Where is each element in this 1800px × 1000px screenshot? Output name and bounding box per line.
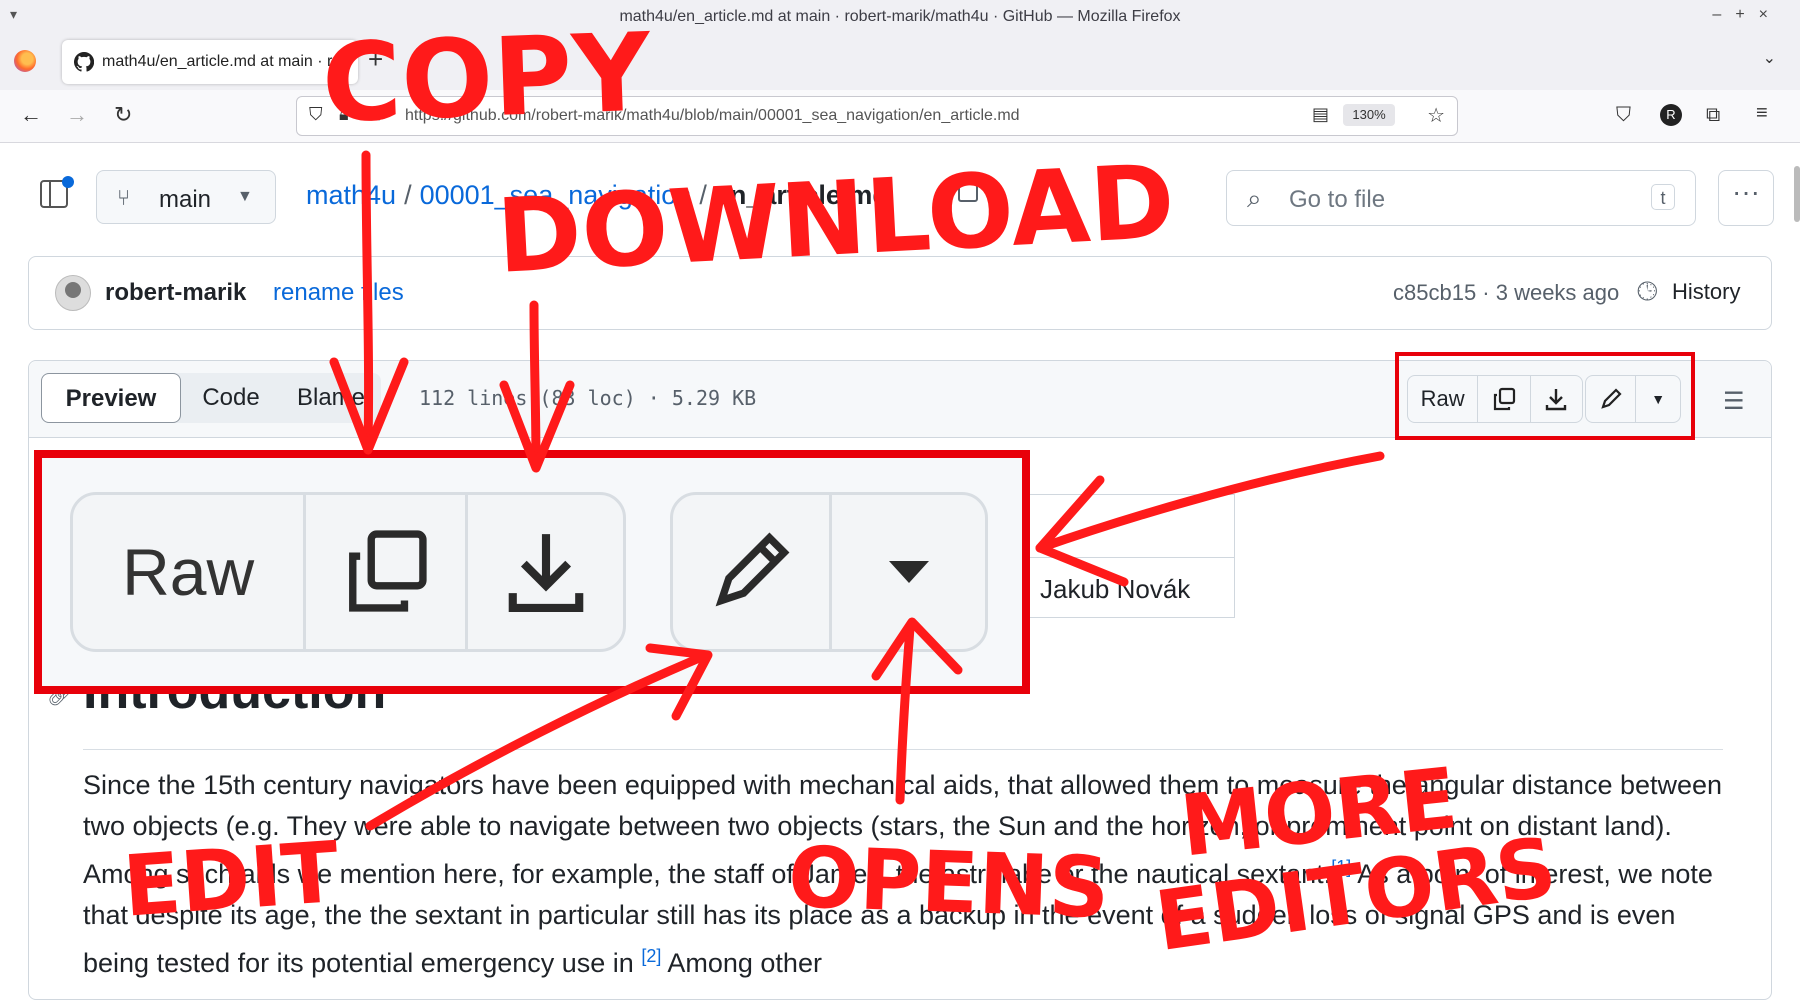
zoom-level[interactable]: 130%	[1343, 104, 1395, 126]
tab-bar: math4u/en_article.md at main · robert-ma…	[0, 34, 1800, 90]
zoom-download-icon	[468, 495, 623, 649]
avatar[interactable]	[55, 275, 91, 311]
navigation-bar: ← → ↻ ⛉ 🔒︎ ⚙ https://github.com/robert-m…	[0, 90, 1800, 143]
highlight-box-small	[1395, 352, 1695, 440]
author-table: Jakub Novák	[1029, 494, 1235, 618]
account-avatar-icon[interactable]: R	[1660, 104, 1682, 126]
minimize-button[interactable]: –	[1712, 6, 1735, 23]
list-tabs-icon[interactable]: ⌄	[1763, 48, 1776, 68]
zoom-raw-copy-download-group: Raw	[70, 492, 626, 652]
pocket-icon[interactable]: ⛉	[1616, 104, 1631, 127]
shield-icon[interactable]: ⛉	[309, 104, 323, 125]
tab-title: math4u/en_article.md at main · robert-ma…	[102, 53, 334, 70]
commit-author[interactable]: robert-marik	[105, 279, 246, 307]
bookmark-star-icon[interactable]: ☆	[1427, 103, 1445, 128]
tab-preview[interactable]: Preview	[41, 373, 181, 423]
annotation-edit: EDIT	[120, 822, 342, 936]
commit-sha-age[interactable]: c85cb15 · 3 weeks ago	[1393, 280, 1619, 306]
history-button[interactable]: History	[1672, 279, 1740, 305]
view-mode-segmented-control: Preview Code Blame	[41, 373, 381, 423]
window-controls: –+×	[1712, 6, 1782, 24]
zoom-caret-icon	[832, 495, 985, 649]
annotation-copy: COPY	[320, 10, 653, 147]
close-window-button[interactable]: ×	[1759, 6, 1782, 23]
search-icon: ⌕	[1247, 183, 1262, 213]
go-to-file-input[interactable]: ⌕ Go to file t	[1226, 170, 1696, 226]
reload-icon[interactable]: ↻	[114, 102, 132, 128]
scrollbar[interactable]	[1794, 166, 1800, 222]
back-icon[interactable]: ←	[20, 102, 42, 128]
zoom-edit-group	[670, 492, 988, 652]
branch-name: main	[159, 186, 212, 213]
zoom-copy-icon	[306, 495, 469, 649]
notification-dot	[62, 176, 74, 188]
github-icon	[74, 52, 94, 72]
footnote-link-2[interactable]: [2]	[641, 946, 661, 966]
zoom-pencil-icon	[673, 495, 833, 649]
git-branch-icon: ⑂	[117, 185, 131, 210]
firefox-icon[interactable]	[14, 50, 36, 72]
outline-list-icon[interactable]: ☰	[1723, 387, 1745, 416]
forward-icon[interactable]: →	[66, 102, 88, 128]
branch-selector[interactable]: ⑂ main ▼	[96, 170, 276, 224]
browser-tab[interactable]: math4u/en_article.md at main · robert-ma…	[62, 40, 358, 84]
window-titlebar: ▾ math4u/en_article.md at main · robert-…	[0, 0, 1800, 35]
zoomed-toolbar-callout: Raw	[34, 450, 1030, 694]
tab-blame[interactable]: Blame	[281, 373, 381, 423]
breadcrumb-repo[interactable]: math4u	[306, 180, 396, 210]
more-options-button[interactable]: ···	[1718, 170, 1774, 226]
maximize-button[interactable]: +	[1735, 6, 1758, 23]
extensions-icon[interactable]: ⧉	[1706, 104, 1720, 127]
go-to-file-placeholder: Go to file	[1289, 186, 1386, 213]
table-row: Jakub Novák	[1030, 557, 1234, 618]
history-icon[interactable]: 🕒︎	[1637, 276, 1658, 308]
reader-view-icon[interactable]: ▤	[1312, 104, 1329, 125]
menu-hamburger-icon[interactable]: ≡	[1756, 102, 1768, 125]
tab-code[interactable]: Code	[181, 373, 281, 423]
shortcut-key: t	[1651, 184, 1675, 210]
window-title: math4u/en_article.md at main · robert-ma…	[619, 8, 1181, 25]
commit-message[interactable]: rename files	[273, 279, 404, 307]
file-info: 112 lines (83 loc) · 5.29 KB	[419, 386, 757, 410]
table-cell: Jakub Novák	[1040, 574, 1191, 604]
annotation-opens: OPENS	[786, 828, 1111, 938]
zoom-raw-label: Raw	[73, 495, 307, 649]
caret-down-icon: ▼	[237, 188, 253, 205]
heading-divider	[83, 749, 1723, 750]
